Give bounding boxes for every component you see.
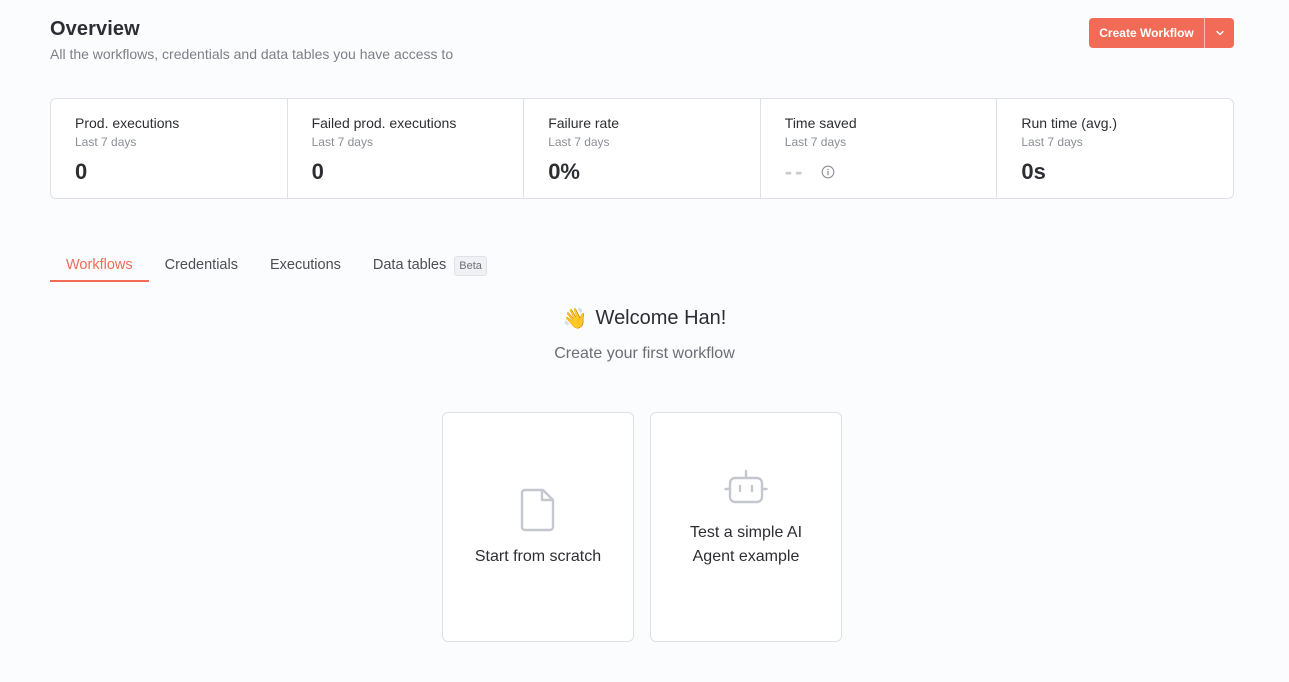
info-icon[interactable] xyxy=(821,165,835,179)
stat-value-wrap: -- xyxy=(785,159,973,185)
stat-label: Prod. executions xyxy=(75,115,180,131)
tab-data-tables[interactable]: Data tables Beta xyxy=(357,250,503,282)
stat-value: -- xyxy=(784,159,806,184)
stat-period: Last 7 days xyxy=(1021,135,1083,149)
ai-agent-example-card[interactable]: Test a simple AI Agent example xyxy=(650,412,842,642)
start-from-scratch-card[interactable]: Start from scratch xyxy=(442,412,634,642)
stat-failure-rate[interactable]: Failure rate Last 7 days 0% xyxy=(524,99,761,198)
stat-period: Last 7 days xyxy=(784,135,847,149)
stat-run-time-avg[interactable]: Run time (avg.) Last 7 days 0s xyxy=(997,99,1233,198)
stat-label: Failed prod. executions xyxy=(311,115,457,131)
stat-period: Last 7 days xyxy=(311,135,373,149)
stat-value: 0s xyxy=(1021,159,1046,184)
stat-label: Run time (avg.) xyxy=(1021,115,1118,131)
file-icon xyxy=(519,487,557,533)
chevron-down-icon xyxy=(1215,30,1224,36)
page-title: Overview xyxy=(50,18,140,40)
stat-period: Last 7 days xyxy=(75,135,137,149)
create-workflow-dropdown-button[interactable] xyxy=(1204,18,1234,48)
welcome-subtitle: Create your first workflow xyxy=(554,345,735,362)
welcome-section: 👋 Welcome Han! Create your first workflo… xyxy=(0,306,1289,363)
waving-hand-icon: 👋 xyxy=(562,308,588,330)
robot-icon xyxy=(724,469,768,505)
create-workflow-button[interactable]: Create Workflow xyxy=(1089,18,1204,48)
overview-page: Overview All the workflows, credentials … xyxy=(0,0,1289,682)
stat-prod-executions[interactable]: Prod. executions Last 7 days 0 xyxy=(51,99,288,198)
tab-executions[interactable]: Executions xyxy=(254,250,357,282)
card-label: Test a simple AI Agent example xyxy=(690,521,802,569)
card-label-line: Agent example xyxy=(692,548,800,565)
create-workflow-button-group: Create Workflow xyxy=(1089,18,1234,48)
stat-value: 0% xyxy=(548,159,580,184)
tab-workflows[interactable]: Workflows xyxy=(50,250,149,282)
tab-credentials[interactable]: Credentials xyxy=(149,250,254,282)
card-label: Start from scratch xyxy=(474,548,602,565)
overview-tabs: Workflows Credentials Executions Data ta… xyxy=(50,250,503,282)
page-subtitle: All the workflows, credentials and data … xyxy=(50,46,454,62)
stat-failed-prod-executions[interactable]: Failed prod. executions Last 7 days 0 xyxy=(288,99,525,198)
page-header: Overview All the workflows, credentials … xyxy=(50,18,453,62)
card-label-line: Test a simple AI xyxy=(689,524,803,541)
stat-value: 0 xyxy=(75,159,88,184)
welcome-heading: 👋 Welcome Han! xyxy=(563,306,727,331)
stat-time-saved[interactable]: Time saved Last 7 days -- xyxy=(761,99,998,198)
stat-label: Time saved xyxy=(784,115,857,131)
tab-data-tables-label: Data tables xyxy=(372,257,447,273)
stat-label: Failure rate xyxy=(548,115,619,131)
stat-value: 0 xyxy=(311,159,324,184)
beta-badge: Beta xyxy=(454,256,487,276)
stat-period: Last 7 days xyxy=(548,135,610,149)
insights-summary: Prod. executions Last 7 days 0 Failed pr… xyxy=(50,98,1234,199)
welcome-title: Welcome Han! xyxy=(595,307,727,329)
